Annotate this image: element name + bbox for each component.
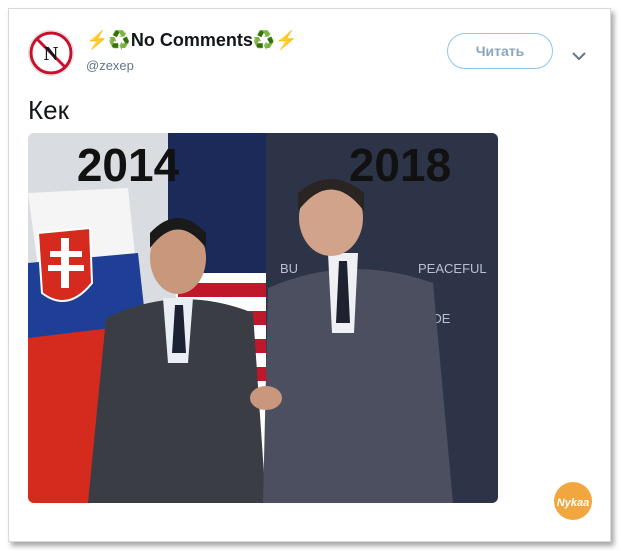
sign-text-1: BU — [280, 261, 298, 276]
right-year-label: 2018 — [349, 139, 451, 191]
follow-button[interactable]: Читать — [447, 33, 553, 69]
author-name[interactable]: ⚡♻️No Comments♻️⚡ — [86, 30, 298, 51]
watermark-text: Nykaa — [557, 497, 589, 509]
author-handle[interactable]: @zexep — [86, 58, 134, 73]
tweet-photo[interactable]: 2014 2018 BU PEACEFUL D NDE TO — [28, 133, 498, 503]
photo-collage: 2014 2018 BU PEACEFUL D NDE TO — [28, 133, 498, 503]
svg-text:N: N — [44, 43, 59, 65]
chevron-down-icon[interactable] — [572, 48, 586, 66]
sign-text-2: PEACEFUL — [418, 261, 487, 276]
tweet-text: Кек — [28, 95, 69, 125]
left-year-label: 2014 — [77, 139, 180, 191]
author-avatar[interactable]: N — [28, 30, 74, 76]
watermark-logo: Nykaa — [553, 481, 593, 521]
